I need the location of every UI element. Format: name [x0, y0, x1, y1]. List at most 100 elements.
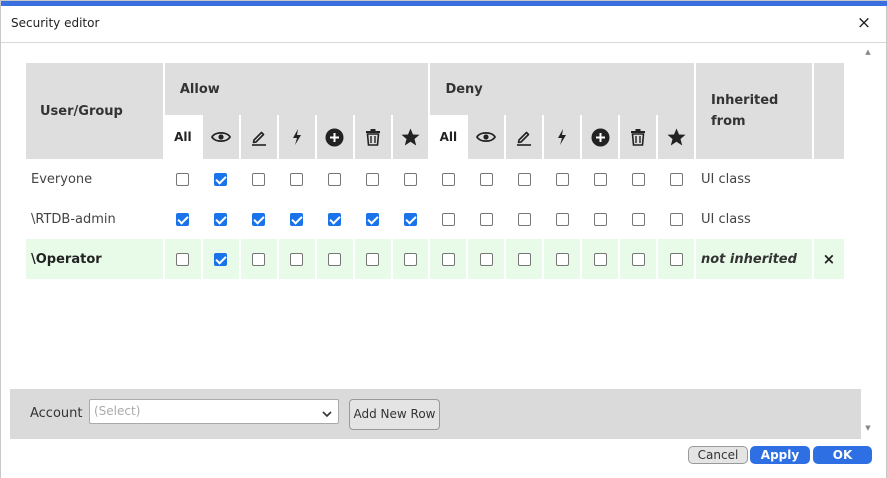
allow-checkbox[interactable] — [403, 212, 417, 226]
row-inherited-from: not inherited — [696, 239, 812, 279]
allow-checkbox[interactable] — [328, 212, 342, 226]
allow-all-header: All — [164, 115, 201, 159]
deny-checkbox-cell — [658, 199, 694, 239]
deny-eye-icon-header — [468, 115, 505, 159]
allow-checkbox-cell — [278, 199, 315, 239]
allow-checkbox[interactable] — [252, 172, 266, 186]
table-row[interactable]: Everyone UI class — [26, 159, 844, 199]
allow-checkbox[interactable] — [328, 252, 342, 266]
allow-checkbox[interactable] — [176, 252, 190, 266]
deny-checkbox[interactable] — [517, 212, 531, 226]
deny-checkbox-cell — [658, 239, 694, 279]
deny-checkbox[interactable] — [669, 212, 683, 226]
deny-checkbox-cell — [468, 199, 505, 239]
scroll-up-icon[interactable]: ▲ — [863, 47, 873, 57]
allow-checkbox-cell — [240, 159, 277, 199]
plus-circle-icon — [582, 128, 618, 147]
deny-checkbox[interactable] — [593, 172, 607, 186]
allow-checkbox[interactable] — [366, 172, 380, 186]
deny-checkbox-cell — [620, 159, 657, 199]
deny-checkbox[interactable] — [479, 212, 493, 226]
allow-checkbox[interactable] — [328, 172, 342, 186]
deny-lightning-icon-header — [544, 115, 581, 159]
deny-checkbox-cell — [544, 239, 581, 279]
deny-checkbox[interactable] — [631, 252, 645, 266]
header-inherited-line1: Inherited — [711, 93, 779, 108]
remove-row-icon[interactable]: × — [823, 250, 836, 268]
deny-checkbox[interactable] — [441, 212, 455, 226]
allow-checkbox[interactable] — [176, 172, 190, 186]
deny-checkbox-cell — [430, 199, 467, 239]
allow-checkbox[interactable] — [176, 212, 190, 226]
allow-star-icon-header — [392, 115, 429, 159]
deny-checkbox[interactable] — [479, 252, 493, 266]
table-row[interactable]: \Operator not inherited × — [26, 239, 844, 279]
deny-checkbox[interactable] — [441, 252, 455, 266]
allow-checkbox-cell — [392, 159, 429, 199]
header-inherited-line2: from — [711, 114, 746, 129]
header-user-group: User/Group — [26, 63, 163, 159]
deny-all-header: All — [430, 115, 467, 159]
deny-checkbox[interactable] — [555, 252, 569, 266]
eye-icon — [203, 130, 239, 144]
deny-checkbox-cell — [468, 159, 505, 199]
deny-checkbox[interactable] — [593, 212, 607, 226]
deny-checkbox[interactable] — [555, 172, 569, 186]
deny-checkbox[interactable] — [479, 172, 493, 186]
apply-button[interactable]: Apply — [750, 446, 810, 464]
deny-checkbox[interactable] — [631, 172, 645, 186]
scroll-down-icon[interactable]: ▼ — [863, 423, 873, 433]
allow-checkbox[interactable] — [403, 252, 417, 266]
allow-checkbox-cell — [278, 239, 315, 279]
allow-checkbox[interactable] — [290, 172, 304, 186]
header-inherited-from: Inherited from — [696, 63, 812, 159]
allow-checkbox[interactable] — [366, 252, 380, 266]
allow-checkbox-cell — [202, 159, 239, 199]
row-remove-cell — [813, 159, 844, 199]
allow-checkbox-cell — [202, 199, 239, 239]
deny-checkbox[interactable] — [555, 212, 569, 226]
deny-trash-icon-header — [620, 115, 657, 159]
close-icon[interactable]: × — [854, 12, 874, 34]
deny-checkbox[interactable] — [517, 252, 531, 266]
ok-button[interactable]: OK — [813, 446, 872, 464]
account-select[interactable]: (Select) — [89, 399, 339, 424]
deny-checkbox[interactable] — [631, 212, 645, 226]
deny-checkbox[interactable] — [669, 252, 683, 266]
deny-checkbox[interactable] — [593, 252, 607, 266]
table-row[interactable]: \RTDB-admin UI class — [26, 199, 844, 239]
allow-checkbox[interactable] — [214, 212, 228, 226]
allow-checkbox-cell — [240, 239, 277, 279]
deny-checkbox-cell — [658, 159, 694, 199]
header-allow: Allow — [164, 63, 429, 115]
allow-checkbox[interactable] — [290, 212, 304, 226]
dialog-title: Security editor — [11, 16, 100, 30]
deny-checkbox-cell — [430, 239, 467, 279]
allow-checkbox-cell — [354, 239, 391, 279]
allow-checkbox-cell — [392, 239, 429, 279]
allow-eye-icon-header — [202, 115, 239, 159]
allow-checkbox[interactable] — [366, 212, 380, 226]
deny-checkbox-cell — [430, 159, 467, 199]
allow-checkbox[interactable] — [214, 172, 228, 186]
deny-checkbox-cell — [506, 239, 543, 279]
deny-checkbox[interactable] — [517, 172, 531, 186]
allow-checkbox[interactable] — [252, 252, 266, 266]
allow-checkbox-cell — [164, 239, 201, 279]
deny-checkbox[interactable] — [669, 172, 683, 186]
allow-lightning-icon-header — [278, 115, 315, 159]
deny-pen-icon-header — [506, 115, 543, 159]
vertical-scrollbar[interactable]: ▲ ▼ — [861, 43, 875, 439]
deny-checkbox-cell — [620, 239, 657, 279]
star-icon — [658, 128, 694, 146]
allow-checkbox[interactable] — [252, 212, 266, 226]
add-new-row-button[interactable]: Add New Row — [349, 399, 440, 430]
deny-plus-circle-icon-header — [582, 115, 619, 159]
cancel-button[interactable]: Cancel — [688, 446, 748, 464]
allow-checkbox[interactable] — [290, 252, 304, 266]
deny-checkbox[interactable] — [441, 172, 455, 186]
dialog-button-bar: Cancel Apply OK — [1, 439, 886, 478]
allow-checkbox[interactable] — [214, 252, 228, 266]
deny-checkbox-cell — [582, 239, 619, 279]
allow-checkbox[interactable] — [403, 172, 417, 186]
